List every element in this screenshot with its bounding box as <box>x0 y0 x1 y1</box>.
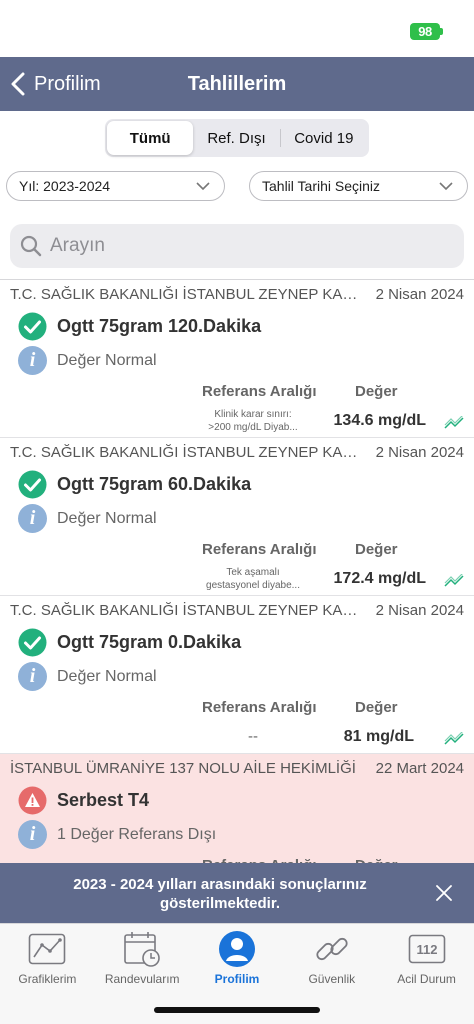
home-indicator <box>154 1007 320 1013</box>
value-header: Değer <box>355 699 398 716</box>
filter-segmented-control: Tümü Ref. Dışı Covid 19 <box>105 119 369 157</box>
battery-level: 98 <box>418 24 432 39</box>
check-circle-icon <box>18 628 47 657</box>
toast-message: 2023 - 2024 yılları arasındaki sonuçları… <box>73 876 367 912</box>
profile-icon <box>218 930 256 968</box>
ref-range-header: Referans Aralığı <box>202 383 317 400</box>
result-institution: T.C. SAĞLIK BAKANLIĞI İSTANBUL ZEYNEP KA… <box>10 602 358 619</box>
battery-tip <box>440 28 443 35</box>
value-header: Değer <box>355 541 398 558</box>
ref-range-header: Referans Aralığı <box>202 541 317 558</box>
chart-icon <box>28 930 66 968</box>
trend-icon[interactable] <box>444 732 464 746</box>
result-item[interactable]: T.C. SAĞLIK BAKANLIĞI İSTANBUL ZEYNEP KA… <box>0 596 474 754</box>
link-icon <box>313 930 351 968</box>
result-status: Değer Normal <box>57 667 157 685</box>
result-date: 22 Mart 2024 <box>375 760 464 777</box>
ref-range-line2: gestasyonel diyabe... <box>206 580 300 591</box>
info-icon: i <box>18 346 47 375</box>
result-status: Değer Normal <box>57 351 157 369</box>
status-bar: 98 <box>0 0 474 57</box>
chevron-down-icon <box>196 182 210 191</box>
chevron-left-icon <box>11 72 25 96</box>
result-item[interactable]: T.C. SAĞLIK BAKANLIĞI İSTANBUL ZEYNEP KA… <box>0 438 474 596</box>
year-dropdown[interactable]: Yıl: 2023-2024 <box>6 171 225 201</box>
calendar-icon <box>123 930 161 968</box>
result-value: 81 mg/dL <box>343 728 414 745</box>
search-input[interactable] <box>50 235 430 257</box>
ref-range-text: Klinik karar sınırı: >200 mg/dL Diyab... <box>188 408 318 434</box>
segment-all[interactable]: Tümü <box>107 121 194 155</box>
nav-bar: Profilim Tahlillerim <box>0 57 474 111</box>
ref-range-header: Referans Aralığı <box>202 699 317 716</box>
result-item[interactable]: T.C. SAĞLIK BAKANLIĞI İSTANBUL ZEYNEP KA… <box>0 280 474 438</box>
result-title: Serbest T4 <box>57 790 150 810</box>
info-icon: i <box>18 820 47 849</box>
value-header: Değer <box>355 383 398 400</box>
info-icon: i <box>18 662 47 691</box>
warning-circle-icon <box>18 786 47 815</box>
result-status: Değer Normal <box>57 509 157 527</box>
check-circle-icon <box>18 312 47 341</box>
tab-label: Profilim <box>214 972 260 986</box>
tab-charts[interactable]: Grafiklerim <box>0 924 95 1024</box>
ref-range-text: Tek aşamalı gestasyonel diyabe... <box>188 566 318 592</box>
info-toast: 2023 - 2024 yılları arasındaki sonuçları… <box>0 863 474 923</box>
info-icon: i <box>18 504 47 533</box>
ref-range-line2: >200 mg/dL Diyab... <box>208 422 298 433</box>
result-institution: T.C. SAĞLIK BAKANLIĞI İSTANBUL ZEYNEP KA… <box>10 286 358 303</box>
trend-icon[interactable] <box>444 574 464 588</box>
result-institution: İSTANBUL ÜMRANİYE 137 NOLU AİLE HEKİMLİĞ… <box>10 760 356 777</box>
search-icon <box>20 235 42 257</box>
result-title: Ogtt 75gram 0.Dakika <box>57 632 242 652</box>
tab-emergency[interactable]: 112 Acil Durum <box>379 924 474 1024</box>
result-date: 2 Nisan 2024 <box>375 286 464 303</box>
result-title: Ogtt 75gram 60.Dakika <box>57 474 252 494</box>
tab-label: Acil Durum <box>397 972 456 986</box>
result-title: Ogtt 75gram 120.Dakika <box>57 316 262 336</box>
tab-label: Grafiklerim <box>18 972 77 986</box>
emergency-112-icon: 112 <box>408 930 446 968</box>
segment-covid[interactable]: Covid 19 <box>281 121 367 155</box>
back-button[interactable]: Profilim <box>10 57 101 111</box>
search-bar <box>10 224 464 268</box>
results-list: T.C. SAĞLIK BAKANLIĞI İSTANBUL ZEYNEP KA… <box>0 279 474 863</box>
result-date: 2 Nisan 2024 <box>375 444 464 461</box>
emergency-number: 112 <box>416 942 437 957</box>
ref-range-line1: Tek aşamalı <box>226 567 280 578</box>
year-dropdown-value: Yıl: 2023-2024 <box>19 178 111 194</box>
result-item[interactable]: İSTANBUL ÜMRANİYE 137 NOLU AİLE HEKİMLİĞ… <box>0 754 474 863</box>
battery-icon: 98 <box>410 23 440 40</box>
result-value: 172.4 mg/dL <box>333 570 426 587</box>
date-dropdown-value: Tahlil Tarihi Seçiniz <box>262 178 381 194</box>
chevron-down-icon <box>439 182 453 191</box>
result-status: 1 Değer Referans Dışı <box>57 825 217 843</box>
ref-range-line1: -- <box>248 728 258 745</box>
tab-label: Randevularım <box>104 972 180 986</box>
check-circle-icon <box>18 470 47 499</box>
back-label: Profilim <box>34 72 101 95</box>
tab-label: Güvenlik <box>308 972 356 986</box>
close-icon[interactable] <box>436 885 452 901</box>
result-date: 2 Nisan 2024 <box>375 602 464 619</box>
result-value: 134.6 mg/dL <box>333 412 426 429</box>
segment-out-of-range[interactable]: Ref. Dışı <box>193 121 279 155</box>
trend-icon[interactable] <box>444 416 464 430</box>
ref-range-line1: Klinik karar sınırı: <box>214 409 292 420</box>
ref-range-text: -- <box>188 728 318 745</box>
date-dropdown[interactable]: Tahlil Tarihi Seçiniz <box>249 171 468 201</box>
result-institution: T.C. SAĞLIK BAKANLIĞI İSTANBUL ZEYNEP KA… <box>10 444 358 461</box>
